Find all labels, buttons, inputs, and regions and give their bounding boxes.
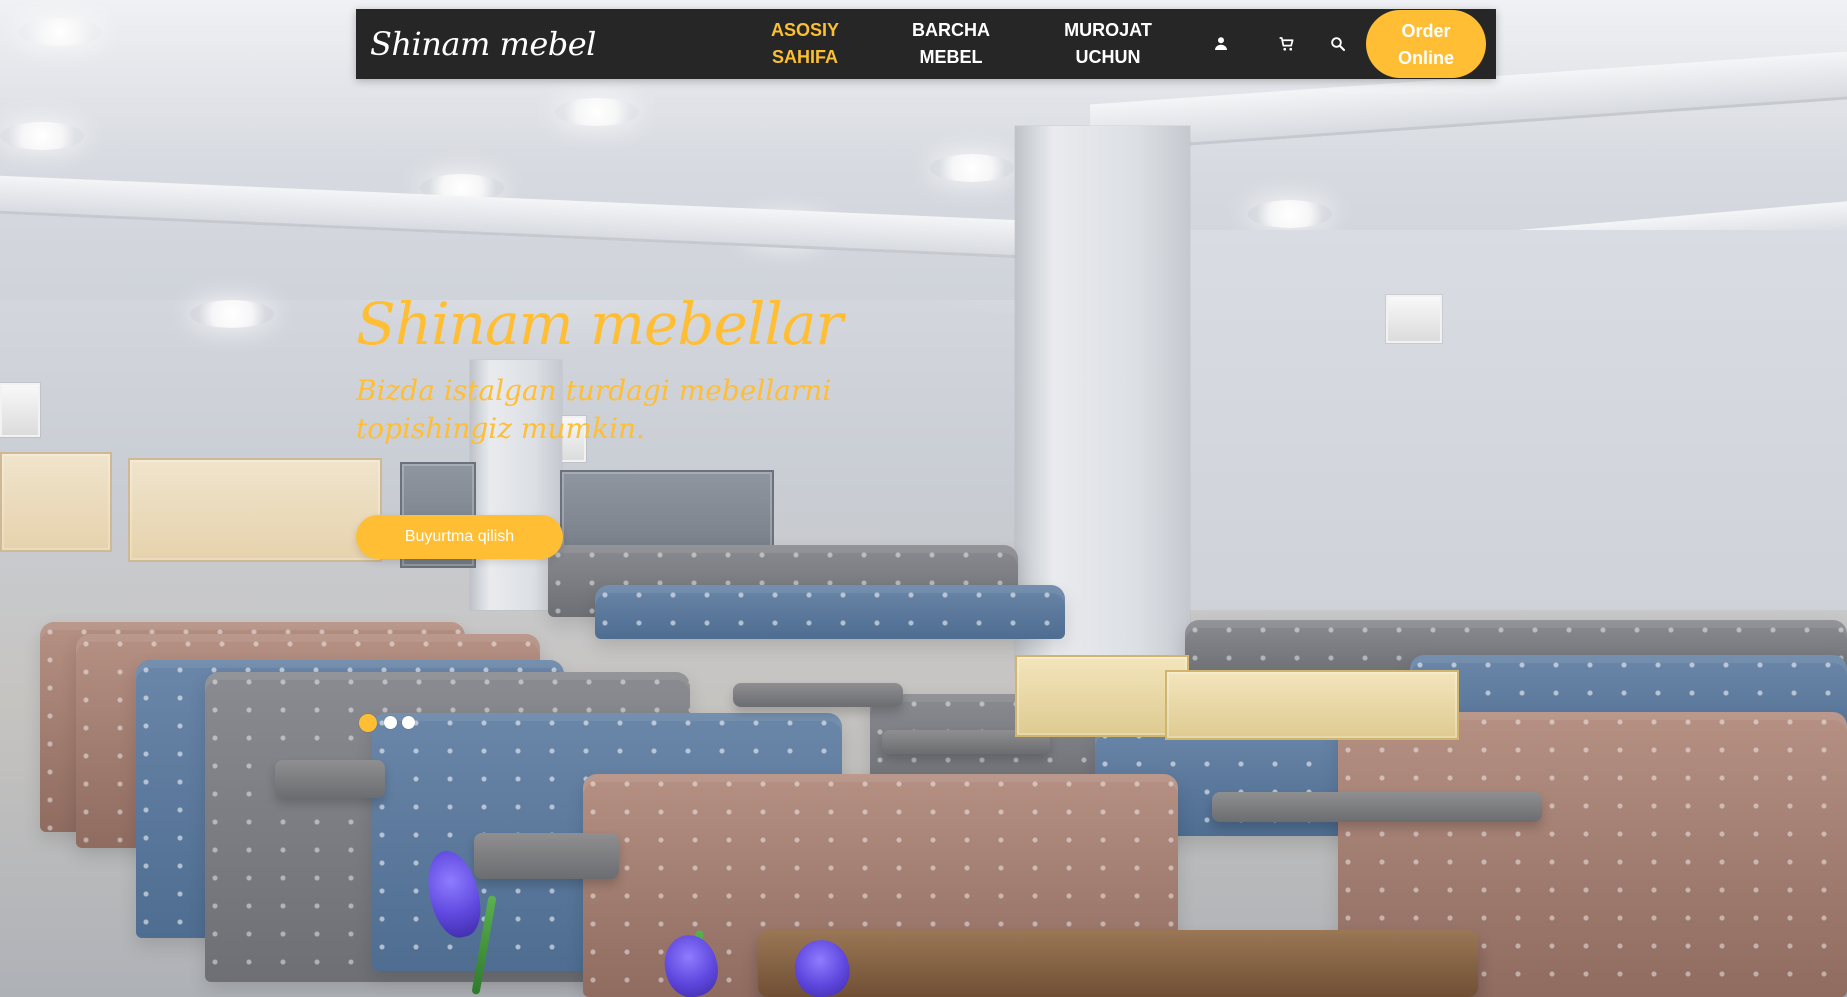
- cabinet-set: [128, 458, 382, 562]
- slider-dot[interactable]: [384, 716, 397, 729]
- table: [1212, 792, 1542, 822]
- nav-contact-link[interactable]: MUROJAT UCHUN: [1053, 17, 1163, 71]
- order-online-button[interactable]: Order Online: [1366, 10, 1486, 78]
- ceiling-lamp: [555, 98, 639, 126]
- user-icon[interactable]: [1210, 33, 1232, 55]
- wall-window: [1386, 295, 1442, 343]
- table: [733, 683, 903, 707]
- slider-dot[interactable]: [402, 716, 415, 729]
- ceiling-lamp: [930, 154, 1014, 182]
- top-navigation: Shinam mebel ASOSIY SAHIFA BARCHA MEBEL …: [356, 9, 1496, 79]
- wood-table: [758, 930, 1478, 997]
- tv-stand: [1165, 670, 1459, 740]
- nav-all-furniture-link[interactable]: BARCHA MEBEL: [896, 17, 1006, 71]
- table: [474, 833, 619, 879]
- slider-dot-active[interactable]: [359, 714, 377, 732]
- ceiling-lamp: [190, 300, 274, 328]
- ceiling-lamp: [18, 18, 102, 46]
- table: [275, 760, 385, 798]
- brand-logo[interactable]: Shinam mebel: [370, 25, 596, 63]
- hero-section: Shinam mebel ASOSIY SAHIFA BARCHA MEBEL …: [0, 0, 1847, 997]
- cabinet-set: [0, 452, 112, 552]
- search-icon[interactable]: [1327, 33, 1349, 55]
- hero-subtitle: Bizda istalgan turdagi mebellarni topish…: [356, 374, 832, 445]
- ceiling-lamp: [0, 122, 84, 150]
- tv-stand: [1015, 655, 1189, 737]
- nav-home-link[interactable]: ASOSIY SAHIFA: [750, 17, 860, 71]
- cart-icon[interactable]: [1276, 33, 1298, 55]
- ceiling-lamp: [1248, 200, 1332, 228]
- furniture-row: [595, 585, 1065, 639]
- right-wall: [1187, 230, 1847, 610]
- hero-title: Shinam mebellar: [356, 290, 843, 358]
- wall-window: [0, 383, 40, 437]
- order-button[interactable]: Buyurtma qilish: [356, 515, 563, 559]
- slider-pagination: [359, 714, 419, 734]
